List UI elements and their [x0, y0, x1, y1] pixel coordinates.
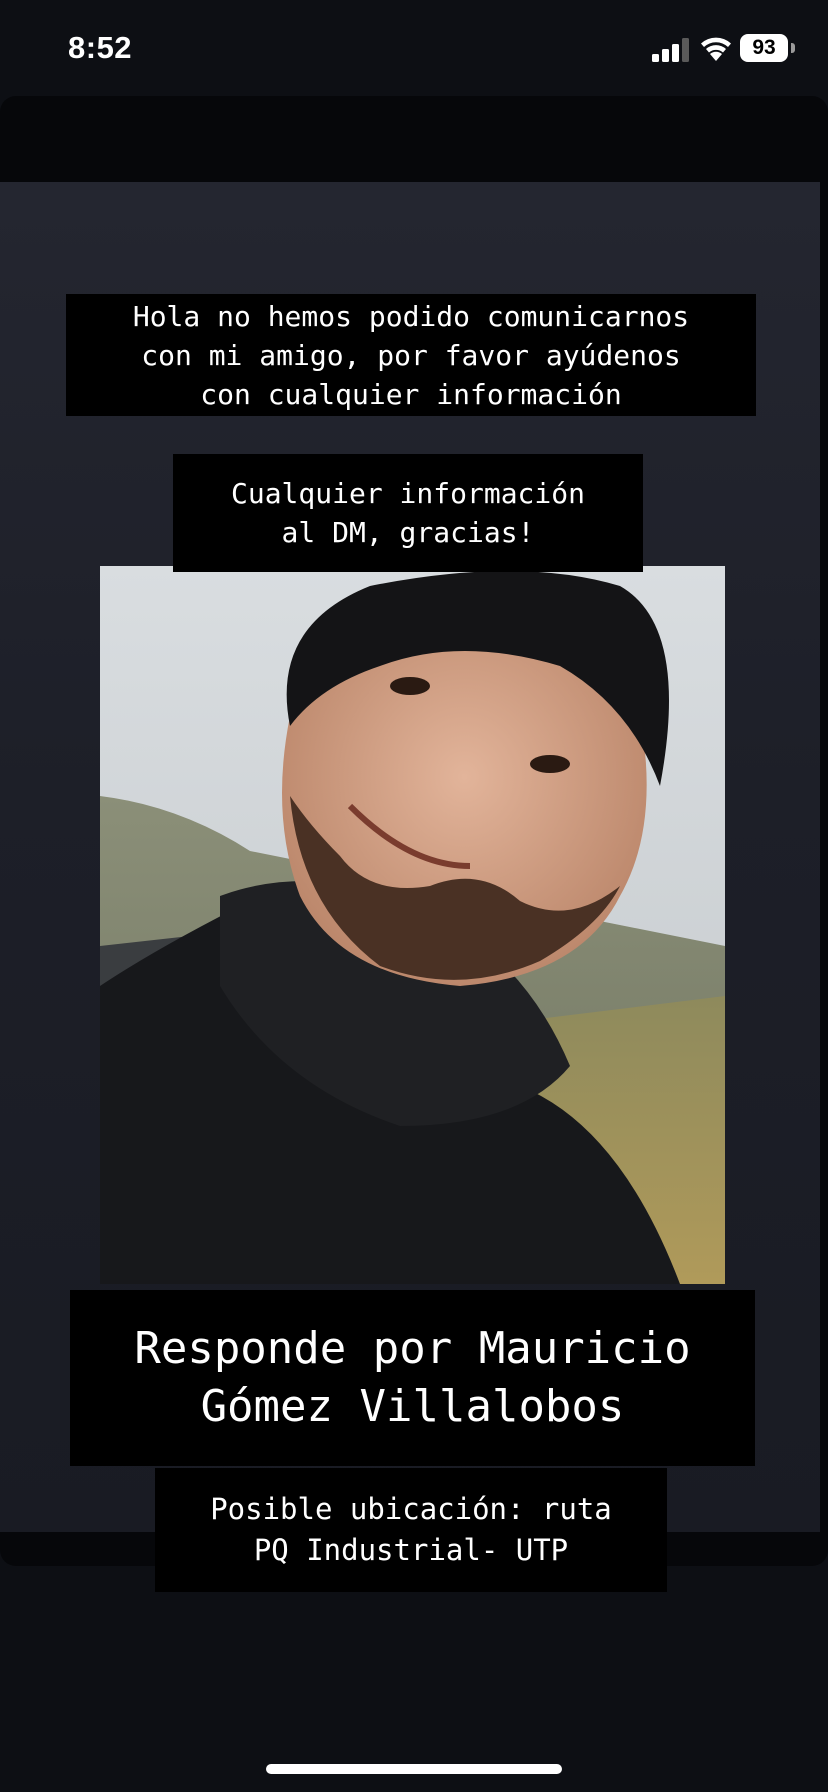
- story-screen: 8:52 93 Hola no hemos podido comunicarno…: [0, 0, 828, 1792]
- battery-level: 93: [740, 34, 788, 62]
- story-canvas: Hola no hemos podido comunicarnos con mi…: [0, 182, 820, 1592]
- caption-dm-request: Cualquier información al DM, gracias!: [173, 454, 643, 572]
- status-time: 8:52: [68, 30, 133, 65]
- battery-tip: [791, 43, 795, 53]
- wifi-icon: [701, 37, 731, 61]
- caption-location: Posible ubicación: ruta PQ Industrial- U…: [155, 1468, 667, 1592]
- caption-person-name: Responde por Mauricio Gómez Villalobos: [70, 1290, 755, 1466]
- caption-plea: Hola no hemos podido comunicarnos con mi…: [66, 294, 756, 416]
- home-indicator[interactable]: [266, 1764, 562, 1774]
- missing-person-photo: [100, 566, 725, 1284]
- battery-icon: 93: [740, 34, 796, 64]
- status-bar: 8:52 93: [0, 0, 828, 100]
- story-card[interactable]: Hola no hemos podido comunicarnos con mi…: [0, 96, 828, 1592]
- signal-icon: [652, 38, 689, 62]
- person-photo-illustration: [100, 566, 725, 1284]
